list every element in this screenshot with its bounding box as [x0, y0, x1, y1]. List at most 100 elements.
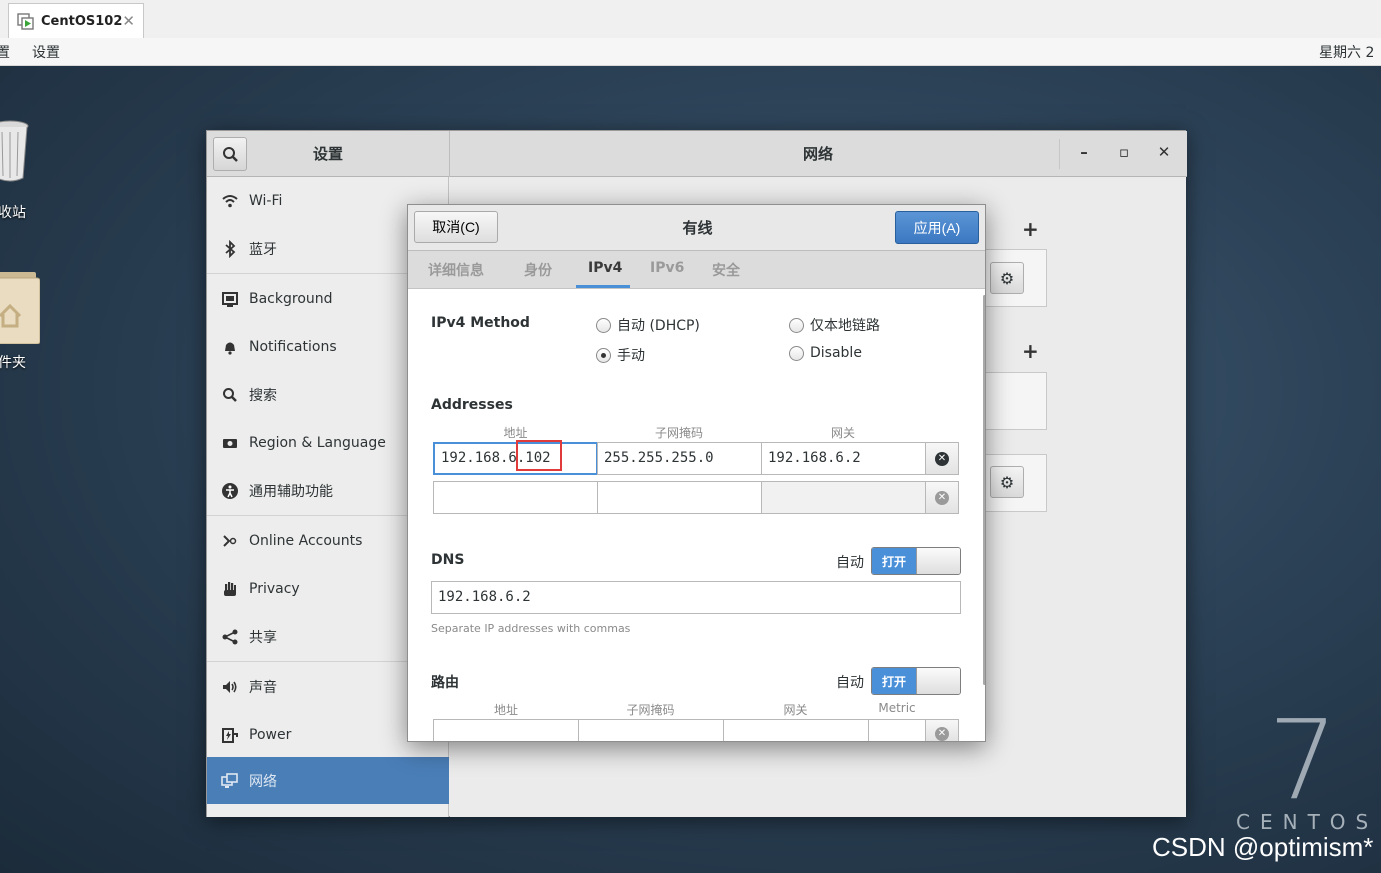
gateway-input-1[interactable]: 192.168.6.2 [761, 442, 926, 475]
sidebar-item-label: Privacy [249, 580, 300, 597]
remove-address-1-button[interactable]: ✕ [925, 442, 959, 475]
switch-on-label: 打开 [872, 668, 916, 694]
route-metric-input[interactable] [868, 719, 926, 741]
route-address-column-header: 地址 [493, 703, 518, 717]
wifi-icon [221, 192, 239, 210]
address-column-header: 地址 [503, 426, 528, 440]
tab-security[interactable]: 安全 [712, 260, 740, 280]
home-folder-icon[interactable] [0, 272, 41, 345]
bluetooth-icon [221, 239, 239, 258]
maximize-button[interactable]: ▫ [1113, 143, 1135, 165]
vm-tab-bar: CentOS102 ✕ [0, 0, 1381, 38]
sidebar-item-label: Notifications [249, 338, 337, 355]
sidebar-item-label: 通用辅助功能 [249, 483, 333, 500]
dialog-scrollbar[interactable] [983, 295, 985, 685]
addresses-label: Addresses [431, 397, 513, 413]
sidebar-item-label: 声音 [249, 679, 277, 696]
tab-ipv6[interactable]: IPv6 [650, 260, 684, 276]
accessibility-icon [221, 482, 239, 500]
method-disable-label: Disable [810, 345, 862, 361]
switch-on-label: 打开 [872, 548, 916, 574]
centos-logo-number: 7 [1268, 696, 1338, 824]
add-connection-plus-icon[interactable]: + [1022, 217, 1039, 241]
close-button[interactable]: ✕ [1153, 143, 1175, 165]
topbar-menu-partial[interactable]: 置 [0, 42, 10, 62]
csdn-watermark: CSDN @optimism* [1152, 832, 1374, 862]
sidebar-item-label: Online Accounts [249, 532, 363, 549]
topbar-menu-settings[interactable]: 设置 [32, 42, 60, 62]
route-gateway-input[interactable] [723, 719, 869, 741]
clear-icon: ✕ [935, 451, 949, 466]
dialog-header: 取消(C) 有线 应用(A) [408, 205, 985, 251]
gateway-input-2[interactable] [761, 481, 926, 514]
route-address-input[interactable] [433, 719, 579, 741]
dns-auto-switch[interactable]: 打开 [871, 547, 961, 575]
dns-hint: Separate IP addresses with commas [431, 622, 631, 635]
online-accounts-icon [221, 532, 239, 550]
netmask-input-1[interactable]: 255.255.255.0 [597, 442, 762, 475]
camera-icon [221, 434, 239, 452]
trash-icon[interactable] [0, 118, 29, 190]
sidebar-item-label: Region & Language [249, 434, 386, 451]
ipv4-method-label: IPv4 Method [431, 315, 530, 331]
method-manual-radio[interactable]: 手动 [596, 345, 645, 365]
sidebar-item-label: Power [249, 726, 292, 743]
address-input-2[interactable] [433, 481, 598, 514]
sidebar-item-label: 共享 [249, 629, 277, 646]
method-auto-dhcp-radio[interactable]: 自动 (DHCP) [596, 315, 700, 335]
vm-tab-close-icon[interactable]: ✕ [122, 12, 135, 30]
minimize-button[interactable]: – [1073, 143, 1095, 165]
route-netmask-column-header: 子网掩码 [626, 703, 675, 717]
remove-route-button[interactable]: ✕ [925, 719, 959, 741]
dns-label: DNS [431, 552, 465, 568]
power-icon [221, 726, 239, 744]
sidebar-item-label: Background [249, 290, 333, 307]
method-link-local-label: 仅本地链路 [810, 318, 880, 334]
settings-sidebar-title: 设置 [312, 145, 343, 163]
tab-details[interactable]: 详细信息 [428, 260, 484, 280]
routes-auto-label: 自动 [836, 675, 864, 691]
remove-address-2-button[interactable]: ✕ [925, 481, 959, 514]
method-auto-dhcp-label: 自动 (DHCP) [617, 318, 700, 334]
radio-circle [789, 345, 804, 361]
topbar-clock[interactable]: 星期六 2 [1319, 42, 1374, 62]
radio-circle [596, 317, 611, 333]
wired-settings-gear-button[interactable]: ⚙ [990, 262, 1024, 294]
radio-circle-selected [596, 347, 611, 363]
sidebar-item-label: 蓝牙 [249, 241, 277, 258]
clear-icon: ✕ [935, 727, 949, 741]
speaker-icon [221, 678, 239, 696]
proxy-settings-gear-button[interactable]: ⚙ [990, 466, 1024, 498]
route-netmask-input[interactable] [578, 719, 724, 741]
trash-label: 收站 [0, 205, 26, 221]
clear-icon: ✕ [935, 490, 949, 505]
add-vpn-plus-icon[interactable]: + [1022, 339, 1039, 363]
settings-headerbar: 设置 网络 – ▫ ✕ [207, 131, 1187, 177]
network-icon [221, 772, 239, 790]
tab-ipv4[interactable]: IPv4 [588, 260, 622, 276]
dialog-tabs: 详细信息 身份 IPv4 IPv6 安全 [408, 251, 985, 289]
netmask-column-header: 子网掩码 [654, 426, 703, 440]
sidebar-item-network[interactable]: 网络 [207, 757, 449, 804]
switch-knob [916, 548, 960, 574]
bell-icon [221, 338, 239, 356]
apply-button[interactable]: 应用(A) [895, 211, 979, 244]
sidebar-item-label: 网络 [249, 773, 277, 790]
switch-knob [916, 668, 960, 694]
tab-identity[interactable]: 身份 [524, 260, 552, 280]
share-icon [221, 628, 239, 646]
route-gateway-column-header: 网关 [783, 703, 808, 717]
method-link-local-radio[interactable]: 仅本地链路 [789, 315, 880, 335]
vm-tab-title: CentOS102 [41, 13, 123, 29]
vpn-card [980, 372, 1047, 430]
routes-auto-switch[interactable]: 打开 [871, 667, 961, 695]
netmask-input-2[interactable] [597, 481, 762, 514]
method-disable-radio[interactable]: Disable [789, 345, 862, 361]
centos-logo-word: CENTOS [1236, 810, 1379, 834]
sidebar-item-label: 搜索 [249, 387, 277, 404]
home-folder-label: 件夹 [0, 355, 26, 371]
active-tab-indicator [576, 285, 630, 288]
dns-input[interactable]: 192.168.6.2 [431, 581, 961, 614]
vm-tab-centos102[interactable]: CentOS102 ✕ [8, 3, 144, 38]
dns-auto-label: 自动 [836, 555, 864, 571]
